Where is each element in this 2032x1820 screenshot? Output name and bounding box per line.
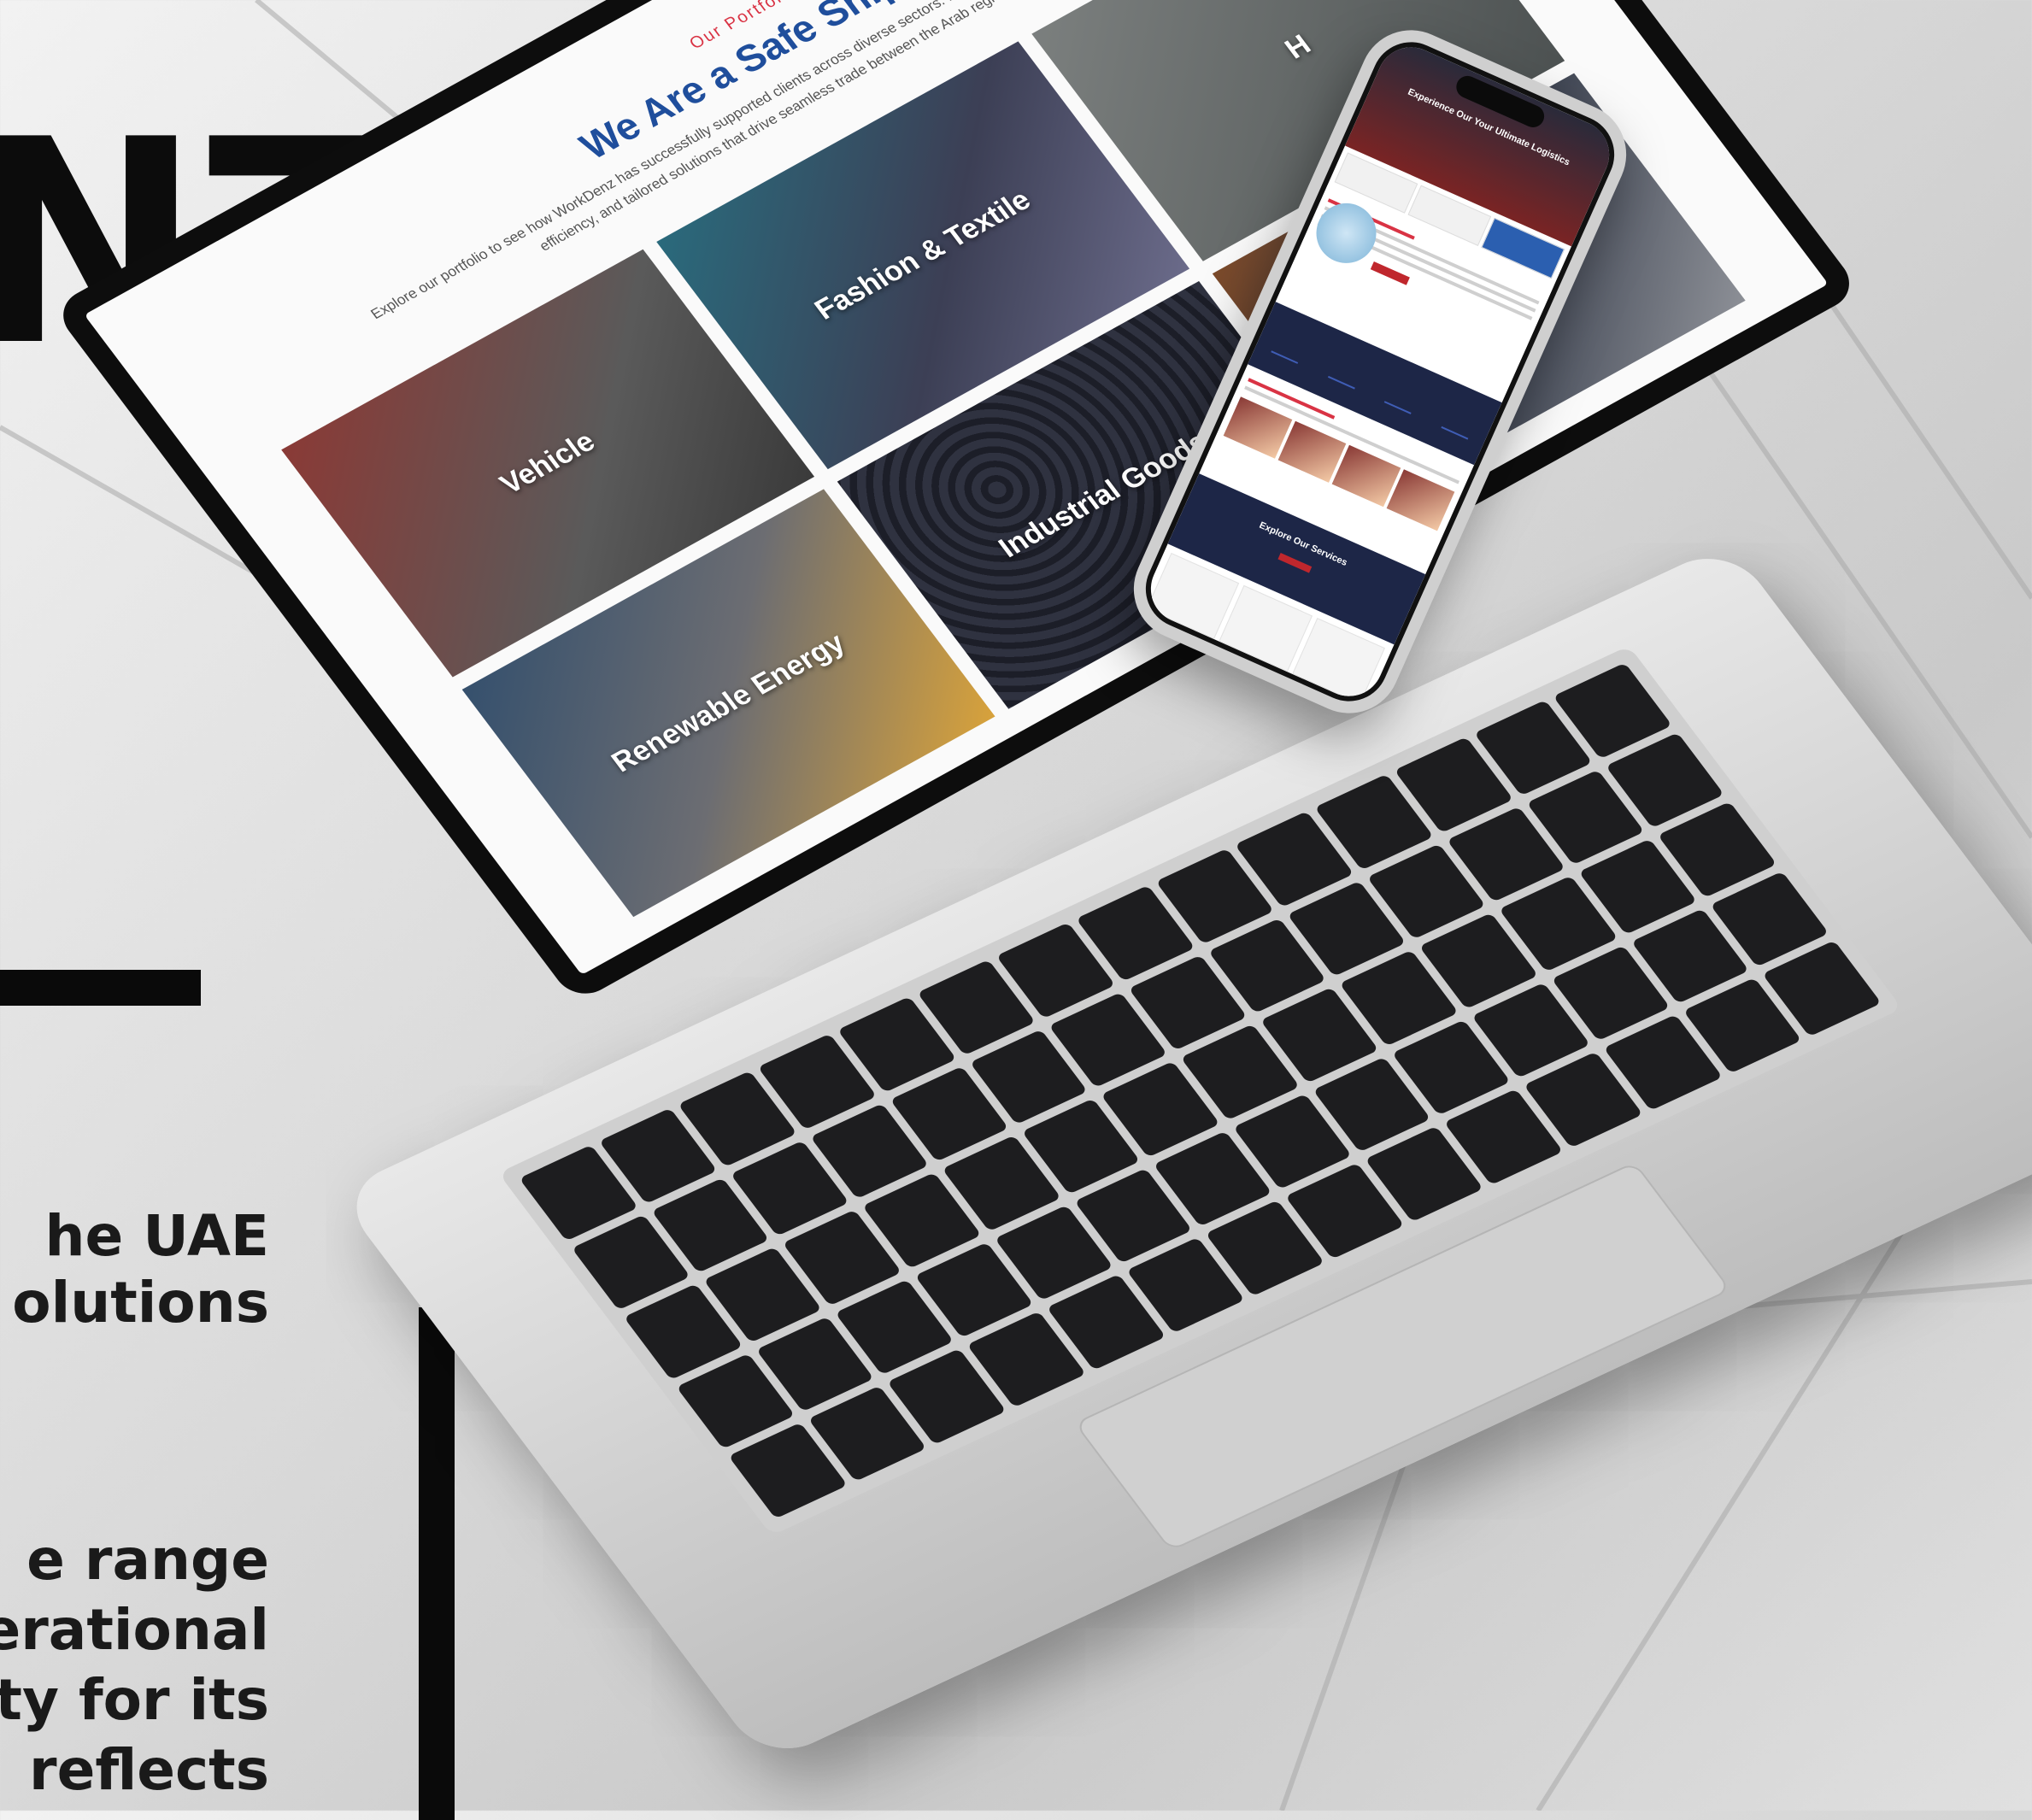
frame-bar-horizontal bbox=[0, 970, 201, 1006]
tile-label: Fashion & Textile bbox=[808, 184, 1037, 326]
tile-label: Vehicle bbox=[494, 425, 602, 501]
side-line: reflects bbox=[29, 1737, 269, 1803]
phone-thumb[interactable] bbox=[1386, 469, 1455, 531]
side-line: erational bbox=[0, 1597, 269, 1663]
side-line: ty for its bbox=[0, 1667, 269, 1733]
side-headline: he UAE olutions bbox=[12, 1203, 269, 1336]
side-line: olutions bbox=[12, 1270, 269, 1336]
side-line: e range bbox=[26, 1527, 269, 1593]
side-paragraph: e range erational ty for its reflects bbox=[0, 1525, 269, 1805]
phone-cta-button[interactable] bbox=[1277, 553, 1313, 573]
side-line: he UAE bbox=[44, 1203, 269, 1269]
phone-about-button[interactable] bbox=[1370, 261, 1410, 285]
frame-bar-vertical bbox=[419, 1307, 455, 1820]
tile-label: Renewable Energy bbox=[605, 626, 852, 778]
